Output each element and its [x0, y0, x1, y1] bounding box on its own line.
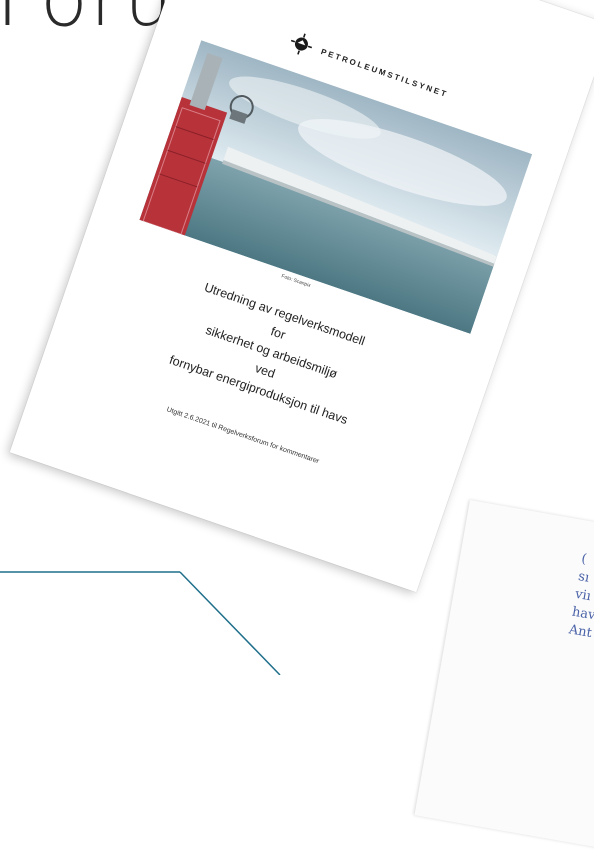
ptil-logo-icon	[290, 33, 313, 55]
back-page-text: ( sı viı hav Ant	[567, 550, 594, 659]
back-page-line: Ant	[567, 622, 593, 642]
